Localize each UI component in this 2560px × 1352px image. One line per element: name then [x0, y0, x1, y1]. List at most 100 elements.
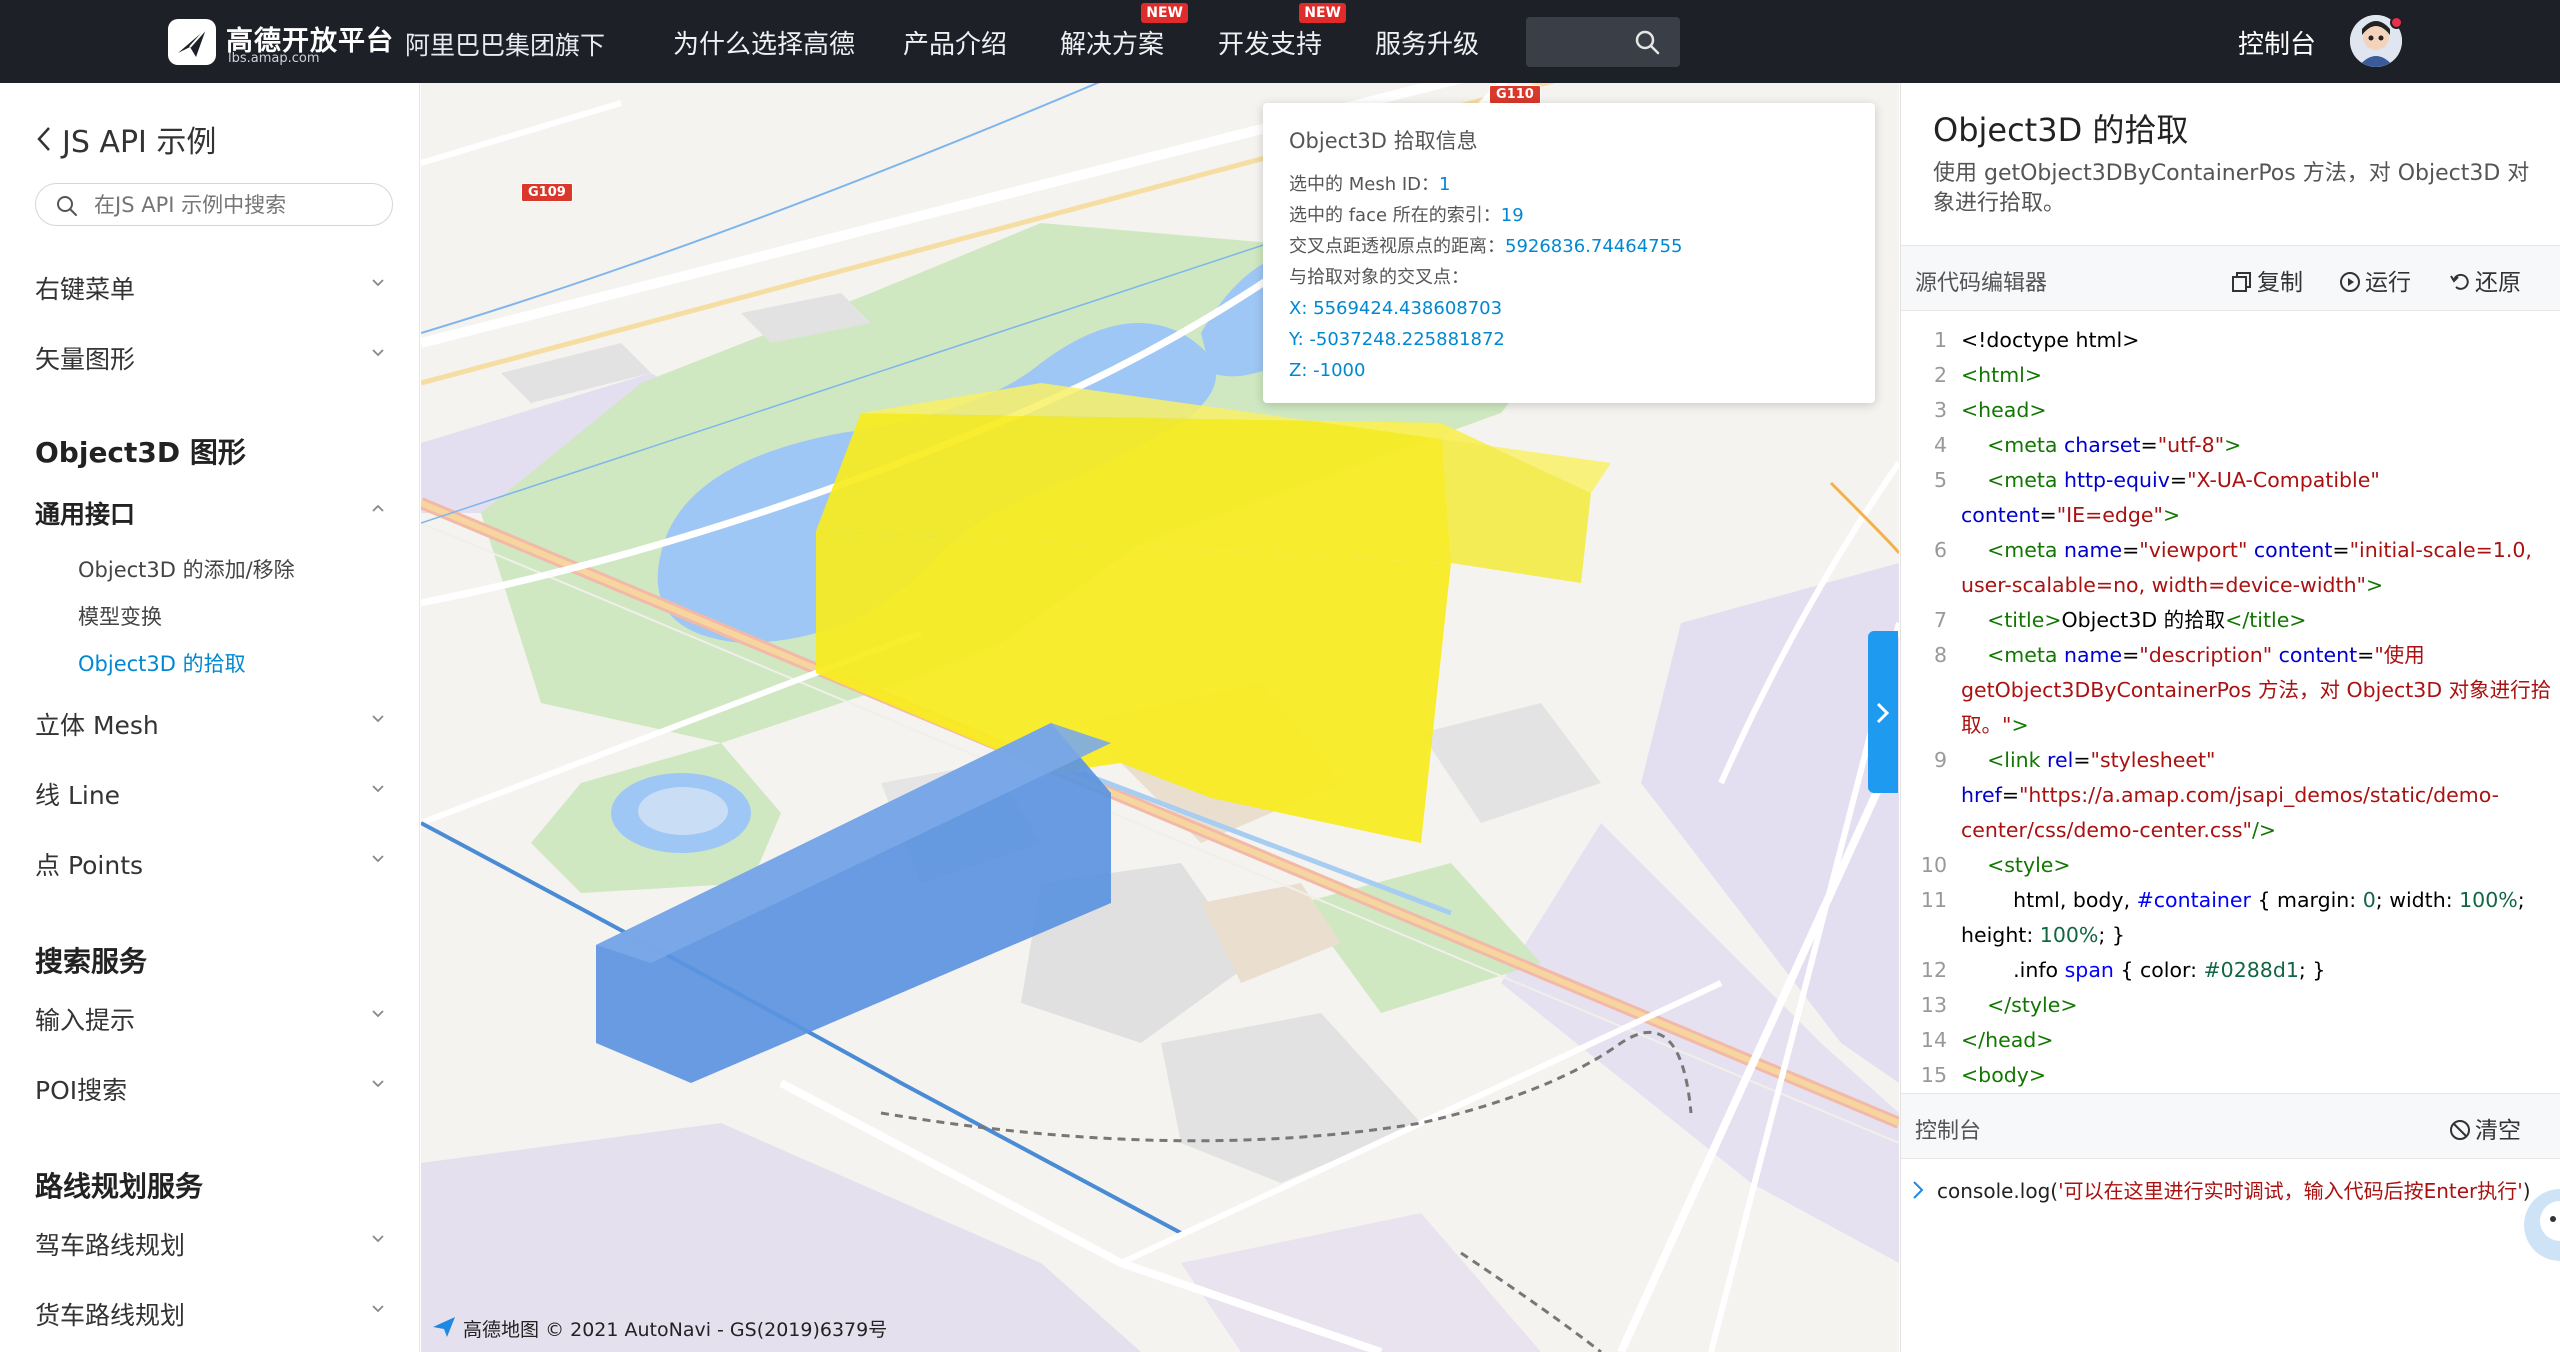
- code-token: <style>: [1987, 853, 2071, 877]
- code-line[interactable]: 2 <html>: [1901, 358, 2560, 393]
- code-token: <body>: [1961, 1063, 2047, 1087]
- chevron-down-icon: [372, 1305, 384, 1313]
- sidebar-sub-model-transform[interactable]: 模型变换: [78, 601, 162, 631]
- nav-search-box[interactable]: [1526, 17, 1680, 67]
- code-line[interactable]: 6 <meta name="viewport" content="initial…: [1901, 533, 2560, 603]
- code-line[interactable]: 1 <!doctype html>: [1901, 323, 2560, 358]
- code-token: <link: [1987, 748, 2048, 772]
- popup-label: 选中的 face 所在的索引：: [1289, 205, 1501, 226]
- code-line[interactable]: 4 <meta charset="utf-8">: [1901, 428, 2560, 463]
- line-number: 6: [1933, 538, 1947, 562]
- code-line[interactable]: 10 <style>: [1901, 848, 2560, 883]
- sidebar-item-poi-search[interactable]: POI搜索: [35, 1071, 385, 1107]
- code-line[interactable]: 14 </head>: [1901, 1023, 2560, 1058]
- code-line[interactable]: 12 .info span { color: #0288d1; }: [1901, 953, 2560, 988]
- run-button[interactable]: 运行: [2339, 263, 2411, 297]
- line-number: 7: [1933, 608, 1947, 632]
- nav-label: 产品介绍: [903, 30, 1008, 60]
- top-navbar: 高德开放平台 lbs.amap.com 阿里巴巴集团旗下 为什么选择高德 产品介…: [0, 0, 2560, 83]
- code-line[interactable]: 8 <meta name="description" content="使用 g…: [1901, 638, 2560, 743]
- sidebar-item-input-tips[interactable]: 输入提示: [35, 1001, 385, 1037]
- code-token: <head>: [1961, 398, 2047, 422]
- code-line[interactable]: 3 <head>: [1901, 393, 2560, 428]
- chevron-down-icon: [372, 715, 384, 723]
- sidebar-item-context-menu[interactable]: 右键菜单: [35, 270, 385, 306]
- console-link[interactable]: 控制台: [2238, 24, 2316, 61]
- sidebar-item-driving-route[interactable]: 驾车路线规划: [35, 1226, 385, 1262]
- nav-label: 解决方案: [1060, 30, 1165, 60]
- nav-solutions[interactable]: 解决方案 NEW: [1060, 3, 1189, 61]
- amap-logo-icon: [168, 19, 216, 65]
- example-search-box[interactable]: [35, 183, 393, 226]
- sidebar-item-label: 右键菜单: [35, 275, 136, 304]
- nav-dev-support[interactable]: 开发支持 NEW: [1218, 3, 1347, 61]
- code-line[interactable]: 13 </style>: [1901, 988, 2560, 1023]
- sidebar-item-line[interactable]: 线 Line: [35, 776, 385, 812]
- code-token: content: [2278, 643, 2358, 667]
- nav-why-amap[interactable]: 为什么选择高德: [673, 24, 855, 61]
- popup-z: Z: -1000: [1289, 360, 1366, 381]
- code-token: Object3D 的拾取: [2061, 608, 2226, 632]
- chevron-up-icon: [372, 504, 384, 512]
- logo-domain: lbs.amap.com: [228, 51, 320, 66]
- code-token: "stylesheet": [2090, 748, 2216, 772]
- code-line[interactable]: 11 html, body, #container { margin: 0; w…: [1901, 883, 2560, 953]
- code-token: http-equiv: [2063, 468, 2170, 492]
- sidebar-item-label: 线 Line: [35, 781, 121, 810]
- sidebar-sub-add-remove[interactable]: Object3D 的添加/移除: [78, 554, 295, 584]
- amap-logo[interactable]: 高德开放平台 lbs.amap.com: [166, 15, 393, 69]
- code-line[interactable]: 5 <meta http-equiv="X-UA-Compatible" con…: [1901, 463, 2560, 533]
- chevron-right-icon: [1913, 1181, 1924, 1199]
- reset-button[interactable]: 还原: [2449, 263, 2521, 297]
- popup-x: X: 5569424.438608703: [1289, 298, 1503, 319]
- new-badge: NEW: [1299, 3, 1347, 23]
- nav-products[interactable]: 产品介绍: [903, 24, 1007, 61]
- sidebar-item-mesh[interactable]: 立体 Mesh: [35, 706, 385, 742]
- code-token: =: [2357, 643, 2375, 667]
- example-search-input[interactable]: [94, 190, 374, 220]
- map-container[interactable]: G110 G109 Object3D 拾取信息 选中的 Mesh ID：1 选中…: [421, 83, 1899, 1352]
- code-token: =: [2122, 643, 2140, 667]
- nav-service-upgrade[interactable]: 服务升级: [1375, 24, 1479, 61]
- sidebar-group-general[interactable]: 通用接口: [35, 495, 385, 531]
- line-number: 1: [1933, 328, 1947, 352]
- chevron-down-icon: [372, 1080, 384, 1088]
- code-token: href: [1961, 783, 2002, 807]
- code-token: 0: [2362, 888, 2376, 912]
- helper-mascot[interactable]: [2520, 1185, 2560, 1265]
- panel-collapse-toggle[interactable]: [1868, 631, 1898, 793]
- clear-button[interactable]: 清空: [2449, 1111, 2521, 1145]
- code-line[interactable]: 9 <link rel="stylesheet" href="https://a…: [1901, 743, 2560, 848]
- code-token: ; }: [2098, 923, 2125, 947]
- code-token: ; width:: [2375, 888, 2460, 912]
- code-line[interactable]: 15 <body>: [1901, 1058, 2560, 1093]
- popup-face-row: 选中的 face 所在的索引：19: [1289, 200, 1849, 231]
- undo-icon: [2450, 273, 2469, 290]
- back-label: JS API 示例: [62, 125, 217, 160]
- sidebar-sub-picking[interactable]: Object3D 的拾取: [78, 648, 246, 678]
- popup-distance-row: 交叉点距透视原点的距离：5926836.74464755: [1289, 231, 1849, 262]
- editor-label: 源代码编辑器: [1915, 271, 2048, 296]
- chevron-down-icon: [372, 1235, 384, 1243]
- sidebar-item-vector-graphics[interactable]: 矢量图形: [35, 340, 385, 376]
- sidebar-item-truck-route[interactable]: 货车路线规划: [35, 1296, 385, 1332]
- demo-title: Object3D 的拾取: [1933, 111, 2189, 149]
- console-input-line[interactable]: console.log('可以在这里进行实时调试，输入代码后按Enter执行'): [1901, 1163, 2560, 1223]
- copy-button[interactable]: 复制: [2231, 263, 2303, 297]
- line-number: 9: [1933, 748, 1947, 772]
- code-line[interactable]: 7 <title>Object3D 的拾取</title>: [1901, 603, 2560, 638]
- chevron-right-icon: [1876, 702, 1890, 724]
- sidebar-item-label: 点 Points: [35, 851, 144, 880]
- code-token: =: [2001, 783, 2019, 807]
- code-token: { margin:: [2250, 888, 2363, 912]
- copy-label: 复制: [2257, 270, 2303, 296]
- back-to-examples[interactable]: JS API 示例: [36, 117, 216, 161]
- popup-value: 5926836.74464755: [1505, 236, 1683, 257]
- demo-description: 使用 getObject3DByContainerPos 方法，对 Object…: [1933, 161, 2530, 216]
- code-token: =: [2140, 433, 2158, 457]
- sidebar-item-points[interactable]: 点 Points: [35, 846, 385, 882]
- source-code-editor[interactable]: 1 <!doctype html> 2 <html> 3 <head> 4 <meta ch…: [1901, 323, 2560, 1093]
